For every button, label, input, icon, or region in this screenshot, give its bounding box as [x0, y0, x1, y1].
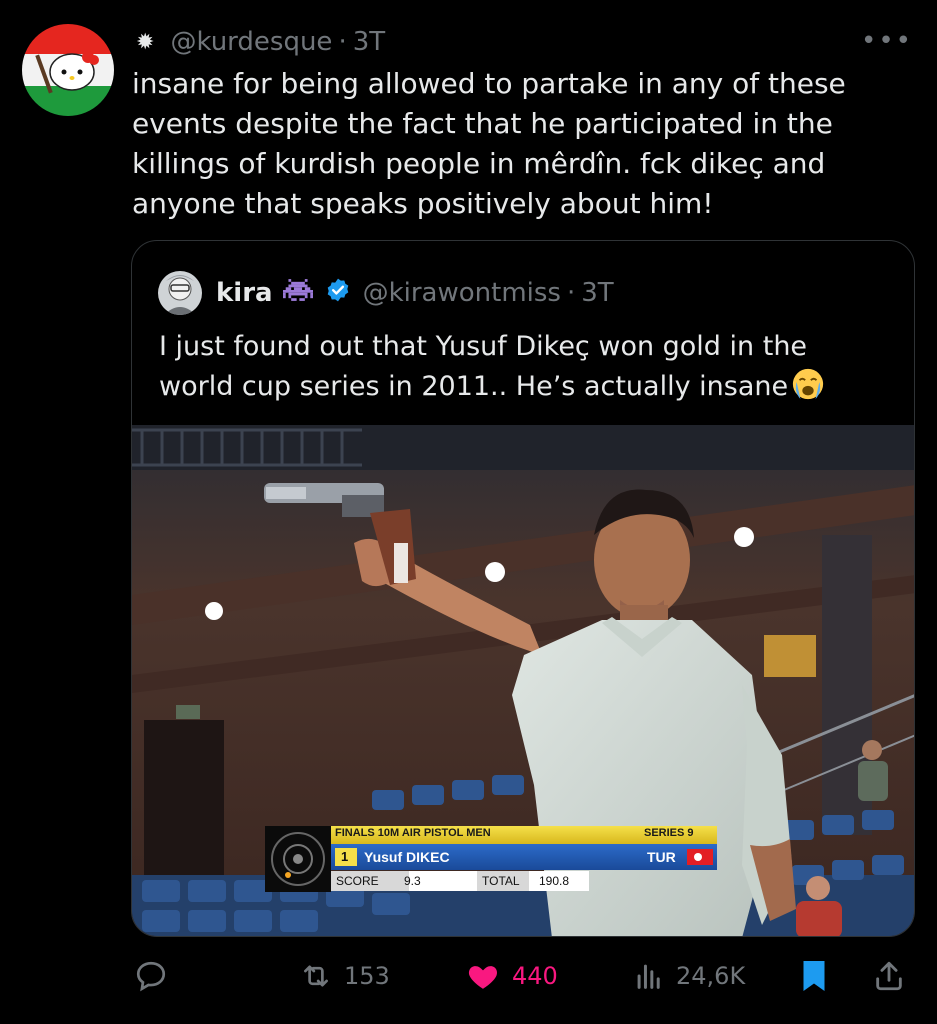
repost-count: 153: [344, 962, 390, 990]
avatar[interactable]: [22, 24, 114, 116]
views-button[interactable]: 24,6K: [632, 948, 745, 1004]
reply-icon: [136, 961, 166, 992]
post-handle[interactable]: @kurdesque: [170, 27, 332, 57]
tweet[interactable]: ✹ @kurdesque · 3T ••• insane for being a…: [0, 0, 937, 1024]
crying-face-icon: [790, 367, 826, 413]
quoted-post[interactable]: kira @kirawontmiss · 3T I just found out…: [131, 240, 915, 937]
scoreboard-event: FINALS 10M AIR PISTOL MEN: [335, 827, 491, 839]
separator-dot: ·: [338, 27, 347, 57]
quoted-text: I just found out that Yusuf Dikeç won go…: [159, 327, 889, 413]
quoted-name[interactable]: kira: [216, 278, 273, 308]
repost-icon: [304, 965, 328, 987]
action-bar: 153 440 24,6K: [0, 948, 937, 1004]
post-text: insane for being allowed to partake in a…: [132, 67, 846, 220]
post-time[interactable]: 3T: [353, 27, 385, 57]
quoted-post-header: kira @kirawontmiss · 3T: [158, 271, 614, 315]
views-count: 24,6K: [676, 962, 746, 990]
scoreboard-country: TUR: [647, 849, 676, 865]
bookmark-icon: [803, 961, 825, 991]
repost-button[interactable]: 153: [298, 948, 390, 1004]
sparkle-icon: ✹: [136, 29, 155, 55]
scoreboard-total-value: 190.8: [539, 874, 570, 888]
quoted-time[interactable]: 3T: [581, 278, 613, 308]
like-count: 440: [512, 962, 558, 990]
media-image[interactable]: FINALS 10M AIR PISTOL MEN SERIES 9 1 Yus…: [132, 425, 914, 936]
scoreboard-score-value: 9.3: [404, 874, 421, 888]
like-button[interactable]: 440: [464, 948, 558, 1004]
more-options-icon[interactable]: •••: [861, 26, 913, 56]
heart-icon: [468, 966, 498, 989]
scoreboard-series-value: 9: [687, 827, 694, 839]
share-icon: [876, 961, 902, 991]
post-header: ✹ @kurdesque · 3T: [136, 22, 385, 62]
bookmark-button[interactable]: [799, 948, 839, 1004]
scoreboard-series: SERIES 9: [644, 827, 694, 839]
scoreboard-score-label: SCORE: [336, 874, 379, 888]
share-button[interactable]: [872, 948, 916, 1004]
quoted-text-content: I just found out that Yusuf Dikeç won go…: [159, 331, 808, 402]
alien-monster-icon: [282, 278, 313, 309]
quoted-handle[interactable]: @kirawontmiss: [363, 278, 561, 308]
reply-button[interactable]: [134, 948, 178, 1004]
analytics-icon: [637, 964, 660, 989]
scoreboard-rank: 1: [341, 849, 349, 864]
quoted-avatar[interactable]: [158, 271, 202, 315]
scoreboard-series-label: SERIES: [644, 827, 685, 839]
verified-badge-icon[interactable]: [325, 277, 351, 310]
separator-dot: ·: [566, 278, 576, 308]
scoreboard-total-label: TOTAL: [482, 874, 520, 888]
scoreboard-athlete: Yusuf DIKEC: [364, 849, 450, 865]
